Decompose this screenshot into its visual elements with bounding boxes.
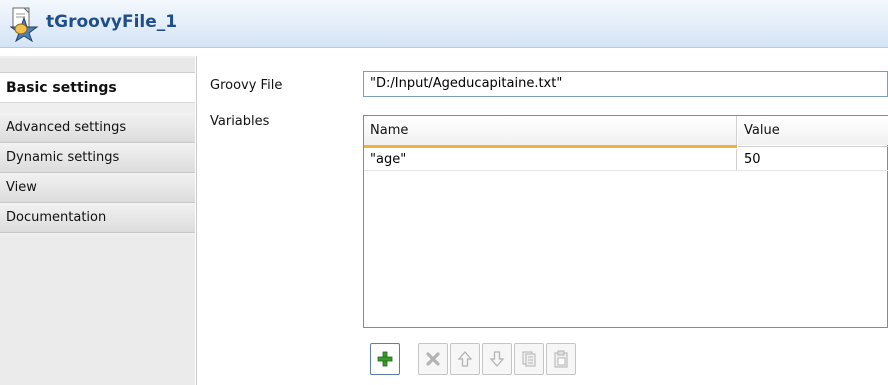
paste-button[interactable] xyxy=(546,343,576,375)
table-cell-name[interactable]: "age" xyxy=(364,149,737,171)
variables-label: Variables xyxy=(210,114,270,129)
move-up-button[interactable] xyxy=(450,343,480,375)
column-header-name[interactable]: Name xyxy=(364,116,737,145)
tab-basic-settings[interactable]: Basic settings xyxy=(0,73,195,103)
sidebar-top-strip xyxy=(0,58,195,73)
component-title: tGroovyFile_1 xyxy=(46,12,178,32)
tab-view[interactable]: View xyxy=(0,173,195,203)
column-header-value[interactable]: Value xyxy=(738,116,888,145)
move-down-button[interactable] xyxy=(482,343,512,375)
table-cell-value[interactable]: 50 xyxy=(738,149,888,171)
tab-advanced-settings[interactable]: Advanced settings xyxy=(0,113,195,143)
component-header: tGroovyFile_1 xyxy=(0,0,888,48)
header-separator xyxy=(738,146,888,147)
groovy-file-label: Groovy File xyxy=(210,78,283,93)
delete-row-button[interactable] xyxy=(418,343,448,375)
tab-documentation[interactable]: Documentation xyxy=(0,203,195,233)
move-up-icon xyxy=(457,350,473,368)
sidebar-divider xyxy=(196,56,197,385)
column-sort-indicator xyxy=(364,145,737,148)
delete-icon xyxy=(425,351,441,367)
move-down-icon xyxy=(489,350,505,368)
copy-icon xyxy=(521,350,537,368)
copy-button[interactable] xyxy=(514,343,544,375)
tab-dynamic-settings[interactable]: Dynamic settings xyxy=(0,143,195,173)
sidebar-empty-area xyxy=(0,236,195,385)
variables-table[interactable]: Name Value "age" 50 xyxy=(363,115,888,328)
groovy-file-input[interactable]: "D:/Input/Ageducapitaine.txt" xyxy=(363,71,888,97)
add-icon xyxy=(377,351,393,367)
groovy-component-icon xyxy=(7,6,41,43)
add-row-button[interactable] xyxy=(370,343,400,375)
paste-icon xyxy=(553,350,569,368)
